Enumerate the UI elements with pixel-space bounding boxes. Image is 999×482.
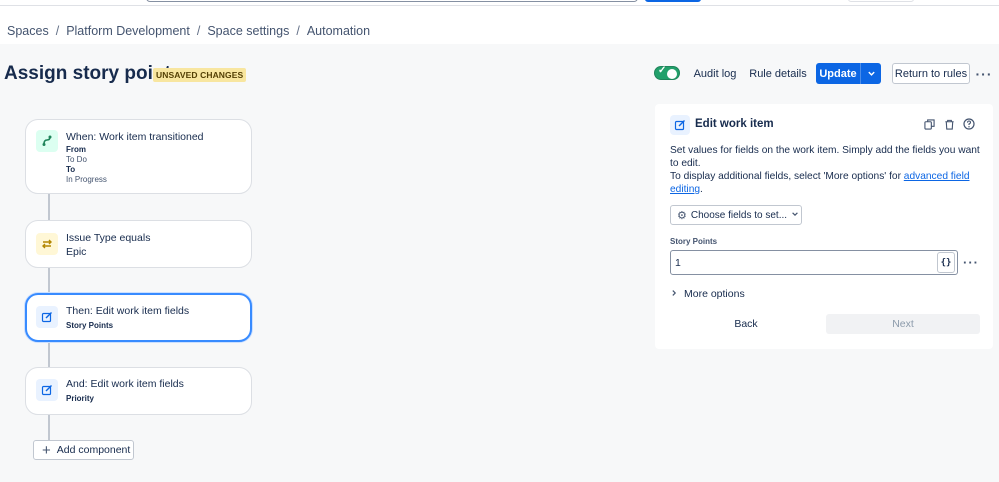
rule-enabled-toggle[interactable]: ✓ <box>654 65 680 80</box>
more-actions-icon[interactable]: ··· <box>975 63 993 84</box>
more-options-label: More options <box>684 288 745 300</box>
add-component-label: Add component <box>56 444 131 456</box>
action-field: Story Points <box>66 321 114 330</box>
breadcrumb-project[interactable]: Platform Development <box>66 24 190 38</box>
choose-fields-dropdown[interactable]: ⚙ Choose fields to set... <box>670 205 802 225</box>
choose-fields-label: Choose fields to set... <box>690 209 788 221</box>
breadcrumb: Spaces / Platform Development / Space se… <box>7 24 370 38</box>
action-card-selected[interactable]: Then: Edit work item fields Story Points <box>25 293 252 342</box>
add-component-button[interactable]: + Add component <box>33 440 134 460</box>
smart-value-button[interactable]: {} <box>937 252 955 273</box>
breadcrumb-spaces[interactable]: Spaces <box>7 24 49 38</box>
next-button[interactable]: Next <box>826 314 980 334</box>
copy-icon[interactable] <box>922 117 936 131</box>
branch-trigger-icon <box>36 130 58 152</box>
flow-connector <box>48 342 50 367</box>
search-input[interactable] <box>146 0 638 2</box>
field-more-icon[interactable]: ··· <box>963 255 979 270</box>
more-options-toggle[interactable]: More options <box>670 288 745 300</box>
breadcrumb-space-settings[interactable]: Space settings <box>207 24 289 38</box>
card-title: When: Work item transitioned <box>66 131 204 143</box>
breadcrumb-separator: / <box>296 24 300 38</box>
flow-connector <box>48 268 50 293</box>
toggle-knob <box>667 69 677 79</box>
condition-card[interactable]: Issue Type equals Epic <box>25 220 252 268</box>
return-to-rules-button[interactable]: Return to rules <box>892 63 970 84</box>
top-navigation-bar <box>0 0 999 6</box>
audit-log-button[interactable]: Audit log <box>689 63 741 84</box>
condition-value: Epic <box>66 246 87 258</box>
flow-connector <box>48 415 50 441</box>
breadcrumb-separator: / <box>55 24 60 38</box>
description-text: Set values for fields on the work item. … <box>670 145 980 169</box>
action-field: Priority <box>66 394 95 403</box>
top-nav-button[interactable] <box>848 0 914 2</box>
edit-icon <box>36 379 58 401</box>
to-value: In Progress <box>66 175 107 184</box>
trigger-card[interactable]: When: Work item transitioned From To Do … <box>25 119 252 194</box>
card-title: Then: Edit work item fields <box>66 305 190 317</box>
create-button[interactable] <box>645 0 701 2</box>
breadcrumb-automation[interactable]: Automation <box>307 24 370 38</box>
panel-description: Set values for fields on the work item. … <box>670 144 988 196</box>
breadcrumb-separator: / <box>196 24 201 38</box>
to-label: To <box>66 165 76 174</box>
action-card[interactable]: And: Edit work item fields Priority <box>25 367 252 415</box>
story-points-label: Story Points <box>670 237 718 246</box>
card-title: And: Edit work item fields <box>66 378 184 390</box>
card-title: Issue Type equals <box>66 232 151 244</box>
component-config-panel: Edit work item Set values for fields on … <box>655 104 993 349</box>
update-dropdown-button[interactable] <box>860 63 881 84</box>
update-button[interactable]: Update <box>816 63 860 84</box>
status-badge: UNSAVED CHANGES <box>153 68 247 82</box>
panel-title: Edit work item <box>695 118 774 130</box>
description-text: To display additional fields, select 'Mo… <box>670 171 904 182</box>
gear-icon: ⚙ <box>677 209 687 222</box>
rule-details-button[interactable]: Rule details <box>748 63 808 84</box>
condition-swap-icon <box>36 233 58 255</box>
flow-connector <box>48 194 50 220</box>
chevron-down-icon <box>791 210 799 220</box>
edit-icon <box>36 306 58 328</box>
chevron-down-icon <box>867 71 875 76</box>
chevron-right-icon <box>670 289 678 299</box>
edit-icon <box>670 115 690 135</box>
trash-icon[interactable] <box>942 117 956 131</box>
plus-icon: + <box>42 441 51 459</box>
from-label: From <box>66 145 86 154</box>
help-icon[interactable] <box>962 117 976 131</box>
story-points-input[interactable]: 1 <box>670 250 958 275</box>
description-text: . <box>700 184 703 195</box>
back-button[interactable]: Back <box>668 314 824 334</box>
check-icon: ✓ <box>658 65 667 76</box>
from-value: To Do <box>66 155 87 164</box>
